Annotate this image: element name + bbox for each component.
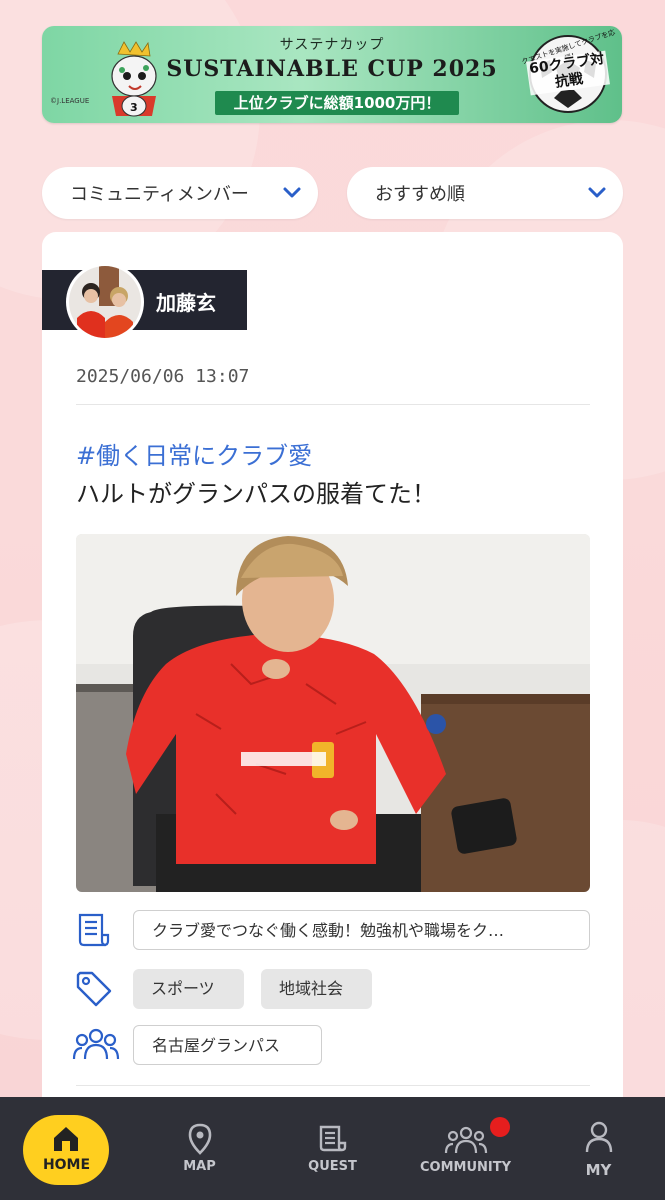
post-card[interactable]: 加藤玄 2025/06/06 13:07 #働く日常にクラブ愛 ハルトがグランパ… [42,232,623,1132]
post-text: ハルトがグランパスの服着てた！ [76,480,436,508]
bottom-navigation: HOME MAP QUEST COMMUNITY MY [0,1097,665,1200]
nav-quest[interactable]: QUEST [266,1097,399,1200]
nav-community[interactable]: COMMUNITY [399,1097,532,1200]
nav-my-label: MY [585,1161,612,1179]
tag-chip[interactable]: スポーツ [133,969,244,1009]
nav-home[interactable]: HOME [0,1097,133,1200]
post-photo[interactable] [76,534,590,892]
map-pin-icon [188,1123,212,1155]
community-filter-label: コミュニティメンバー [70,184,249,205]
hashtag-link[interactable]: #働く日常にクラブ愛 [76,436,312,471]
tag-chip[interactable]: 地域社会 [261,969,372,1009]
sort-dropdown[interactable]: おすすめ順 [347,167,623,219]
club-chip[interactable]: 名古屋グランパス [133,1025,322,1065]
community-group-icon [72,1028,120,1060]
post-date: 2025/06/06 13:07 [76,366,250,387]
community-icon [444,1126,488,1154]
chevron-down-icon [283,187,301,198]
nav-community-label: COMMUNITY [419,1160,512,1175]
quest-icon [319,1125,347,1152]
avatar[interactable] [66,263,144,341]
username[interactable]: 加藤玄 [156,287,216,316]
banner-title: SUSTAINABLE CUP 2025 [166,56,498,82]
svg-text:3: 3 [130,101,138,114]
community-filter-dropdown[interactable]: コミュニティメンバー [42,167,318,219]
tag-icon [76,971,112,1007]
nav-quest-label: QUEST [308,1159,357,1174]
quest-chip[interactable]: クラブ愛でつなぐ働く感動！勉強机や職場をク… [133,910,590,950]
chevron-down-icon [588,187,606,198]
jleague-copyright: ©J.LEAGUE [50,97,90,105]
nav-map-label: MAP [183,1159,216,1174]
home-icon [54,1127,78,1151]
banner-prize: 上位クラブに総額1000万円！ [215,91,459,115]
notification-dot [490,1117,510,1137]
nav-map[interactable]: MAP [133,1097,266,1200]
sort-label: おすすめ順 [375,184,465,205]
quest-document-icon [78,913,110,947]
divider [76,404,590,405]
nav-my[interactable]: MY [532,1097,665,1200]
nav-home-label: HOME [42,1157,91,1173]
sustainable-cup-banner[interactable]: 3 ©J.LEAGUE サステナカップ SUSTAINABLE CUP 2025… [42,26,622,123]
divider [76,1085,590,1086]
user-icon [585,1121,613,1153]
